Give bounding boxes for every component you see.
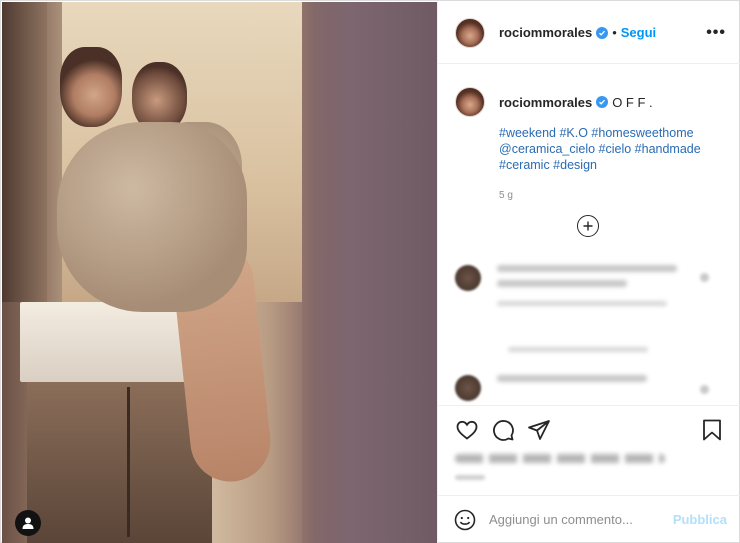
- action-icons-row: [455, 406, 724, 448]
- caption: rociommorales O F F . #weekend #K.O #hom…: [455, 65, 724, 204]
- add-comment-bar: Pubblica: [438, 495, 740, 543]
- post-actions: [438, 405, 740, 495]
- separator-dot: •: [612, 25, 617, 40]
- list-item: [455, 265, 677, 306]
- load-more-comments-button[interactable]: [577, 215, 599, 237]
- caption-timestamp[interactable]: 5 g: [499, 187, 729, 204]
- photo-shadow: [302, 2, 437, 543]
- post-photo[interactable]: [2, 2, 437, 543]
- plus-circle-icon: [583, 221, 593, 231]
- share-icon[interactable]: [527, 418, 551, 442]
- comment-like-icon[interactable]: [700, 385, 709, 394]
- hashtags-text[interactable]: #weekend #K.O #homesweethome @ceramica_c…: [499, 126, 701, 172]
- avatar[interactable]: [455, 17, 485, 48]
- more-options-icon[interactable]: •••: [706, 24, 726, 42]
- caption-username[interactable]: rociommorales: [499, 94, 592, 111]
- comment-avatar[interactable]: [455, 265, 481, 291]
- publish-button[interactable]: Pubblica: [673, 512, 727, 527]
- comment-blurred-text: [497, 265, 677, 306]
- caption-hashtags[interactable]: #weekend #K.O #homesweethome @ceramica_c…: [499, 125, 729, 173]
- photo-cabinet: [27, 377, 212, 543]
- comment-icon[interactable]: [491, 418, 515, 442]
- comment-avatar[interactable]: [455, 375, 481, 401]
- photo-figure-body: [57, 122, 247, 312]
- list-item: [455, 375, 647, 401]
- post-header: rociommorales • Segui •••: [438, 2, 740, 64]
- photo-cabinet-line: [127, 387, 130, 537]
- heart-icon[interactable]: [455, 418, 479, 442]
- photo-figure-head: [60, 47, 122, 127]
- user-tag-button[interactable]: [15, 510, 41, 536]
- header-username[interactable]: rociommorales: [499, 25, 592, 40]
- comment-blurred-text: [497, 375, 647, 401]
- verified-badge-icon: [596, 96, 609, 108]
- user-icon: [22, 517, 34, 529]
- caption-avatar[interactable]: [455, 87, 485, 117]
- comment-like-icon[interactable]: [700, 273, 709, 282]
- view-replies-link[interactable]: [508, 347, 648, 352]
- caption-first-line: rociommorales O F F .: [499, 87, 729, 117]
- likes-count-blurred[interactable]: [455, 454, 665, 463]
- caption-text: O F F .: [612, 94, 653, 110]
- instagram-post-modal: rociommorales • Segui ••• rociommorales …: [0, 0, 740, 543]
- bookmark-icon[interactable]: [700, 418, 724, 442]
- post-date-blurred[interactable]: [455, 475, 485, 480]
- emoji-icon[interactable]: [453, 508, 477, 532]
- post-side-panel: rociommorales • Segui ••• rociommorales …: [437, 2, 740, 543]
- follow-button[interactable]: Segui: [621, 25, 656, 40]
- photo-mirror-edge: [2, 2, 47, 302]
- verified-badge-icon: [596, 26, 609, 39]
- caption-text-block: rociommorales O F F . #weekend #K.O #hom…: [499, 87, 729, 204]
- comments-area[interactable]: rociommorales O F F . #weekend #K.O #hom…: [438, 65, 740, 405]
- comment-input[interactable]: [489, 512, 669, 527]
